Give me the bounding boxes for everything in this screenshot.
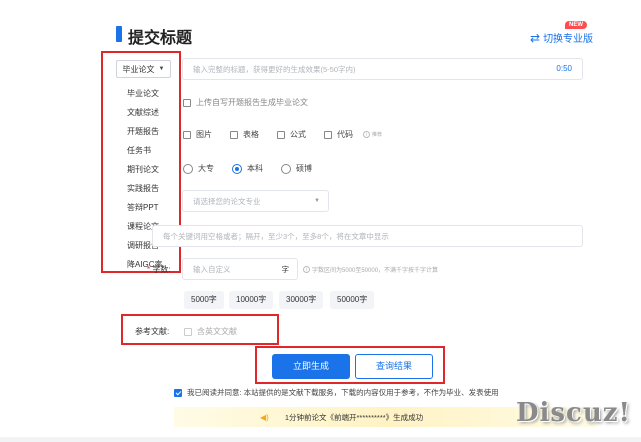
- notice-message: 论文《前端开**********》生成成功: [311, 412, 424, 422]
- page-title: 提交标题: [128, 30, 193, 47]
- upload-proposal-label: 上传自写开题报告生成毕业论文: [196, 98, 308, 107]
- swap-icon: ⇄: [530, 30, 541, 45]
- type-option-thesis[interactable]: 毕业论文: [117, 84, 175, 103]
- table-checkbox[interactable]: [230, 130, 238, 139]
- major-select-placeholder: 请选择您的论文专业: [193, 196, 261, 206]
- code-checkbox[interactable]: [324, 130, 332, 139]
- option-code[interactable]: 代码: [324, 129, 353, 140]
- query-result-button[interactable]: 查询结果: [355, 354, 433, 379]
- generate-button[interactable]: 立即生成: [272, 354, 350, 379]
- word-preset-30000[interactable]: 30000字: [279, 291, 324, 309]
- degree-label-bachelor: 本科: [247, 164, 263, 173]
- degree-option-college[interactable]: 大专: [183, 163, 214, 174]
- chevron-down-icon: ▼: [314, 198, 320, 204]
- type-option-proposal[interactable]: 开题报告: [117, 122, 175, 141]
- option-image[interactable]: 图片: [183, 129, 212, 140]
- option-table-label: 表格: [243, 130, 259, 139]
- degree-option-bachelor[interactable]: 本科: [232, 163, 263, 174]
- agreement-row: 我已阅读并同意: 本站提供的是文献下载服务，下载的内容仅用于参考，不作为毕业、发…: [174, 387, 499, 398]
- upload-proposal-option[interactable]: 上传自写开题报告生成毕业论文: [183, 97, 308, 108]
- content-options-row: 图片 表格 公式 代码 i 推荐: [183, 129, 382, 140]
- degree-label-master: 硕博: [296, 164, 312, 173]
- references-english-checkbox[interactable]: [184, 327, 192, 336]
- new-badge: NEW: [565, 21, 587, 29]
- references-english-label: 含英文文献: [197, 327, 237, 336]
- watermark-logo: Discuz!: [516, 398, 631, 428]
- keywords-input-placeholder: 每个关键词用空格或者；隔开，至少3个，至多8个，将在文章中显示: [163, 231, 389, 241]
- type-option-defense-ppt[interactable]: 答辩PPT: [117, 198, 175, 217]
- references-row: 含英文文献: [184, 326, 255, 337]
- bottom-divider: [0, 437, 641, 442]
- type-option-journal-paper[interactable]: 期刊论文: [117, 160, 175, 179]
- paper-type-select[interactable]: 毕业论文 ▼: [116, 60, 171, 78]
- upload-proposal-checkbox[interactable]: [183, 98, 191, 107]
- word-preset-50000[interactable]: 50000字: [330, 291, 375, 309]
- notice-time: 1分钟前: [284, 412, 312, 422]
- upload-proposal-row: 上传自写开题报告生成毕业论文: [183, 97, 326, 108]
- formula-checkbox[interactable]: [277, 130, 285, 139]
- degree-row: 大专 本科 硕博: [183, 163, 330, 174]
- word-count-label: * 字数:: [147, 264, 171, 275]
- options-hint-text: 推荐: [372, 132, 383, 138]
- option-table[interactable]: 表格: [230, 129, 259, 140]
- info-icon: i: [303, 266, 310, 273]
- notice-content: 1分钟前论文《前端开**********》生成成功: [285, 412, 423, 423]
- agreement-checkbox[interactable]: [174, 388, 182, 397]
- word-preset-10000[interactable]: 10000字: [229, 291, 274, 309]
- speaker-icon: ◀): [260, 412, 269, 422]
- chevron-down-icon: ▼: [158, 66, 165, 72]
- major-select[interactable]: 请选择您的论文专业 ▼: [182, 190, 329, 212]
- word-count-hint: i 字数区间为5000至50000，不满千字按千字计算: [303, 265, 438, 274]
- options-hint: i 推荐: [363, 131, 382, 138]
- switch-pro-label: 切换专业版: [543, 34, 594, 45]
- option-image-label: 图片: [196, 130, 212, 139]
- degree-radio-college[interactable]: [183, 163, 193, 174]
- degree-radio-master[interactable]: [281, 163, 291, 174]
- references-english-option[interactable]: 含英文文献: [184, 326, 237, 337]
- references-label: 参考文献:: [135, 327, 170, 336]
- info-icon: i: [363, 131, 370, 138]
- title-input-placeholder: 输入完整的标题，获得更好的生成效果(5-50字内): [193, 64, 356, 74]
- word-count-label-text: 字数:: [152, 265, 171, 274]
- word-count-placeholder: 输入自定义: [193, 264, 231, 274]
- degree-label-college: 大专: [198, 164, 214, 173]
- switch-pro-link[interactable]: ⇄ 切换专业版: [530, 30, 594, 46]
- keywords-input[interactable]: 每个关键词用空格或者；隔开，至少3个，至多8个，将在文章中显示: [152, 225, 583, 247]
- type-option-literature-review[interactable]: 文献综述: [117, 103, 175, 122]
- option-formula[interactable]: 公式: [277, 129, 306, 140]
- title-accent-bar: [116, 26, 122, 42]
- required-mark: *: [147, 265, 151, 274]
- title-input[interactable]: 输入完整的标题，获得更好的生成效果(5-50字内) 0:50: [182, 58, 583, 80]
- option-formula-label: 公式: [290, 130, 306, 139]
- degree-radio-bachelor[interactable]: [232, 163, 242, 174]
- agreement-text: 我已阅读并同意: 本站提供的是文献下载服务，下载的内容仅用于参考，不作为毕业、发…: [187, 388, 499, 397]
- title-char-counter: 0:50: [556, 64, 572, 73]
- word-count-input[interactable]: 输入自定义 字: [182, 258, 298, 280]
- word-preset-5000[interactable]: 5000字: [184, 291, 224, 309]
- type-option-practice-report[interactable]: 实践报告: [117, 179, 175, 198]
- degree-option-master[interactable]: 硕博: [281, 163, 312, 174]
- word-count-hint-text: 字数区间为5000至50000，不满千字按千字计算: [312, 268, 439, 274]
- type-option-task-book[interactable]: 任务书: [117, 141, 175, 160]
- paper-type-selected: 毕业论文: [122, 64, 155, 74]
- option-code-label: 代码: [337, 130, 353, 139]
- word-count-unit: 字: [281, 265, 290, 274]
- image-checkbox[interactable]: [183, 130, 191, 139]
